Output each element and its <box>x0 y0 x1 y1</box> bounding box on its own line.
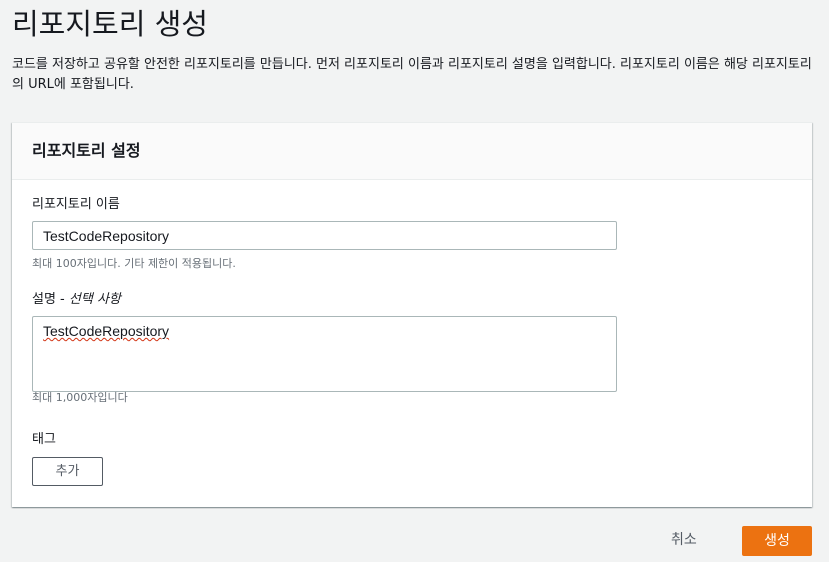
panel-title: 리포지토리 설정 <box>32 141 141 160</box>
optional-label: 선택 사항 <box>68 292 121 307</box>
cancel-button[interactable]: 취소 <box>671 530 697 550</box>
create-button[interactable]: 생성 <box>742 526 812 556</box>
panel-header: 리포지토리 설정 <box>12 123 812 180</box>
page-description: 코드를 저장하고 공유할 안전한 리포지토리를 만듭니다. 먼저 리포지토리 이… <box>12 57 812 92</box>
description-label-separator: - <box>55 292 69 307</box>
repository-name-hint: 최대 100자입니다. 기타 제한이 적용됩니다. <box>32 257 236 270</box>
description-label: 설명 - 선택 사항 <box>32 291 121 309</box>
repository-name-input[interactable] <box>32 221 617 250</box>
description-textarea[interactable]: TestCodeRepository <box>32 316 617 392</box>
tags-label: 태그 <box>32 432 56 447</box>
description-hint: 최대 1,000자입니다 <box>32 391 128 404</box>
description-text: TestCodeRepository <box>43 323 170 339</box>
add-tag-button[interactable]: 추가 <box>32 457 103 486</box>
repository-settings-panel: 리포지토리 설정 리포지토리 이름 최대 100자입니다. 기타 제한이 적용됩… <box>12 122 812 507</box>
repository-name-label: 리포지토리 이름 <box>32 197 120 212</box>
create-repository-page: 리포지토리 생성 코드를 저장하고 공유할 안전한 리포지토리를 만듭니다. 먼… <box>0 0 829 562</box>
description-label-text: 설명 <box>32 292 56 307</box>
page-title: 리포지토리 생성 <box>12 7 208 41</box>
